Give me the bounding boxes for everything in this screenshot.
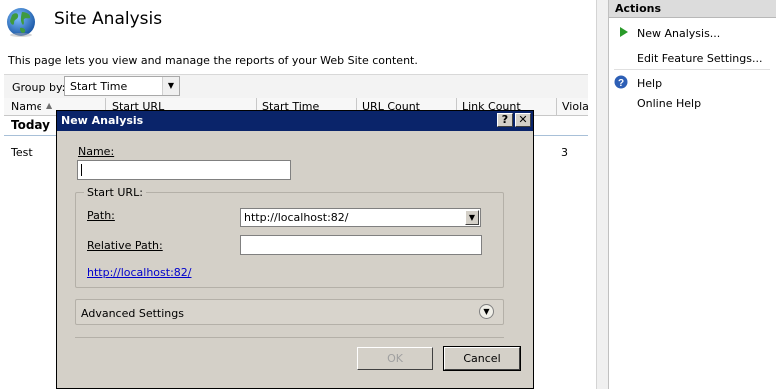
action-new-analysis[interactable]: New Analysis...	[637, 27, 720, 40]
path-label: Path:	[87, 209, 115, 222]
start-url-link[interactable]: http://localhost:82/	[87, 266, 191, 279]
play-icon	[619, 27, 629, 40]
sort-ascending-icon: ▲	[46, 101, 53, 110]
action-online-help[interactable]: Online Help	[637, 97, 701, 110]
advanced-settings-label[interactable]: Advanced Settings	[81, 307, 184, 320]
start-url-group-label: Start URL:	[84, 186, 146, 199]
actions-title: Actions	[615, 2, 661, 15]
group-by-label: Group by:	[12, 81, 66, 94]
name-label: Name:	[78, 145, 115, 158]
action-edit-feature-settings[interactable]: Edit Feature Settings...	[637, 52, 762, 65]
page-title: Site Analysis	[54, 9, 163, 29]
group-by-dropdown[interactable]: Start Time ▼	[64, 76, 180, 96]
dialog-title-bar[interactable]: New Analysis ? ✕	[57, 111, 533, 131]
column-header-name[interactable]: Name	[11, 100, 41, 113]
column-divider	[556, 98, 557, 115]
path-dropdown[interactable]: http://localhost:82/ ▼	[240, 208, 481, 227]
dialog-help-button[interactable]: ?	[497, 113, 513, 127]
relative-path-input[interactable]	[240, 235, 482, 255]
column-header-violations[interactable]: Violat	[562, 100, 588, 113]
chevron-down-icon: ▼	[162, 77, 179, 95]
ok-button[interactable]: OK	[357, 347, 433, 370]
name-input[interactable]	[77, 160, 291, 180]
table-row-name[interactable]: Test	[11, 146, 33, 159]
actions-header: Actions	[609, 0, 776, 18]
cancel-button[interactable]: Cancel	[443, 346, 521, 371]
table-row-violations: 3	[561, 146, 568, 159]
action-help[interactable]: Help	[637, 77, 662, 90]
svg-text:?: ?	[618, 78, 624, 89]
dialog-close-button[interactable]: ✕	[515, 113, 531, 127]
dialog-title: New Analysis	[61, 114, 144, 127]
relative-path-label: Relative Path:	[87, 239, 163, 252]
path-value: http://localhost:82/	[244, 211, 349, 224]
expand-chevron-icon[interactable]: ▼	[479, 304, 494, 319]
button-divider	[75, 337, 504, 338]
globe-icon	[5, 6, 37, 38]
group-header-today[interactable]: Today	[11, 118, 50, 132]
pane-splitter[interactable]	[596, 0, 608, 389]
actions-divider	[614, 69, 770, 70]
page-description: This page lets you view and manage the r…	[8, 54, 418, 67]
group-by-value: Start Time	[70, 80, 128, 93]
text-caret	[81, 164, 82, 176]
help-icon: ?	[614, 75, 628, 89]
chevron-down-icon[interactable]: ▼	[465, 210, 479, 225]
